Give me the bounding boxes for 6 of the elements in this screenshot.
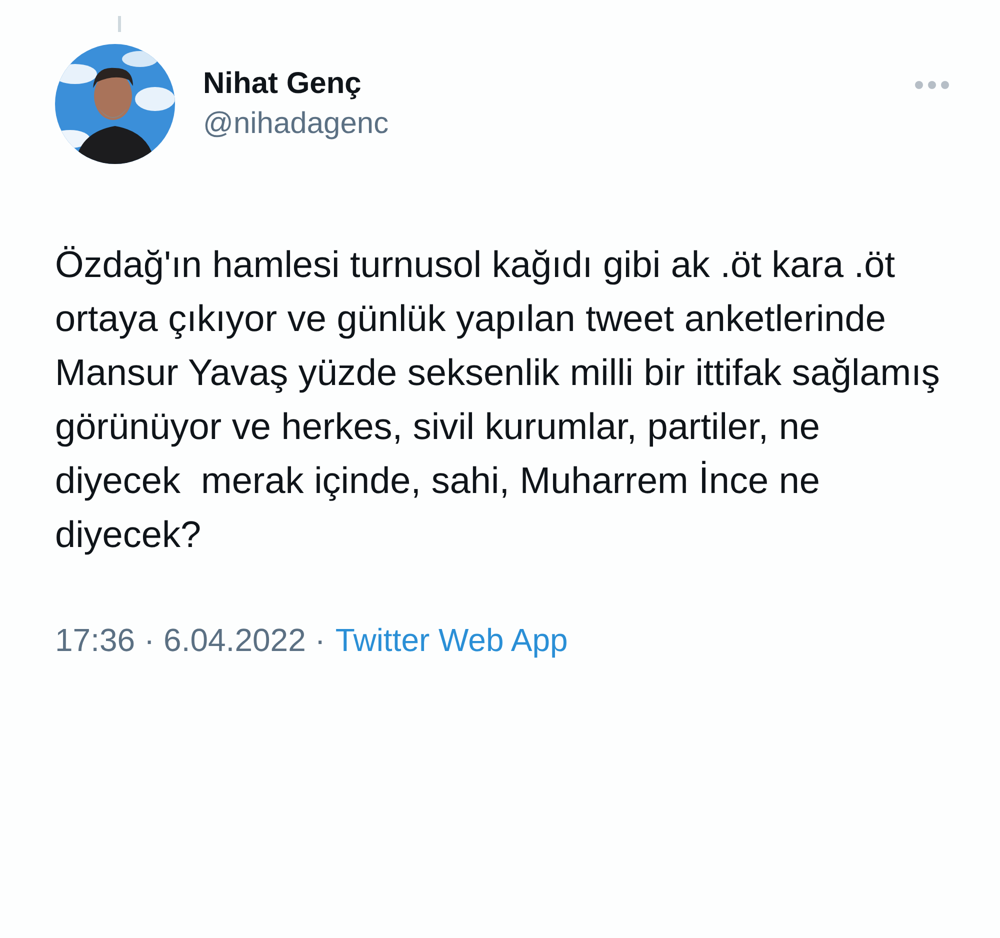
tweet-text: Özdağ'ın hamlesi turnusol kağıdı gibi ak .öt kara .öt ortaya çıkıyor ve günlük yapılan tweet anketlerinde Mansur Yavaş yüzde seksenlik milli bir ittifak sağlamış görünüyor ve herkes, sivil kurumlar, partiler, ne diyecek merak içinde, sahi, Muharrem İnce ne diyecek? [55,243,941,557]
source-link[interactable]: Twitter Web App [335,622,568,659]
more-icon[interactable] [914,80,950,90]
author-name[interactable]: Nihat Genç [203,67,389,101]
author-handle[interactable]: @nihadagenc [203,107,389,141]
timestamp: 17:36 · 6.04.2022 · [55,622,326,659]
